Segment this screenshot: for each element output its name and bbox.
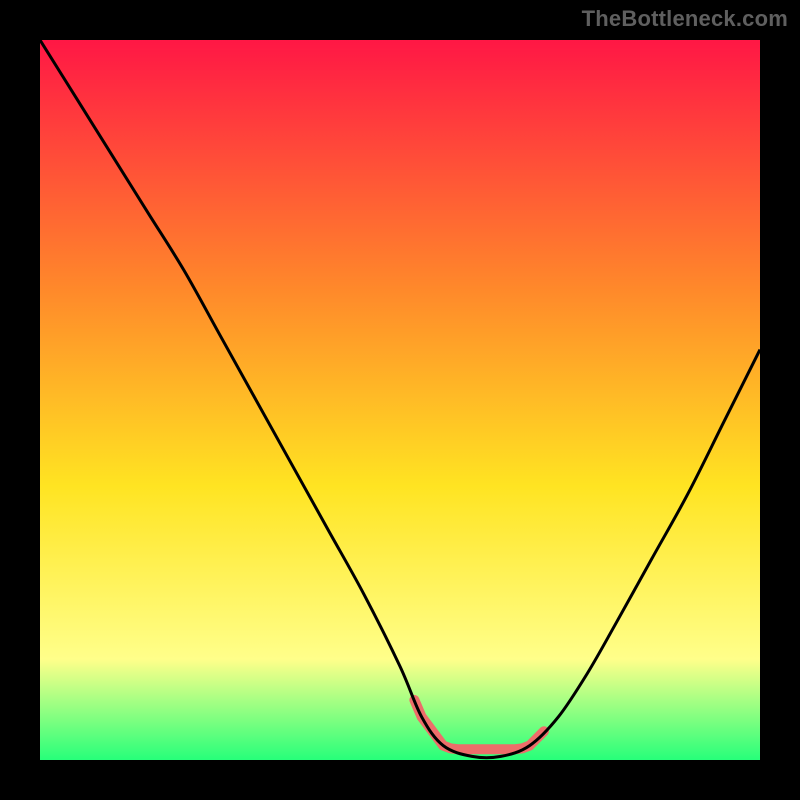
attribution-watermark: TheBottleneck.com (582, 6, 788, 32)
bottleneck-curve (40, 40, 760, 758)
chart-area (40, 40, 760, 760)
red-strip-annotation (414, 700, 544, 749)
page-frame: TheBottleneck.com (0, 0, 800, 800)
chart-curve-layer (40, 40, 760, 760)
